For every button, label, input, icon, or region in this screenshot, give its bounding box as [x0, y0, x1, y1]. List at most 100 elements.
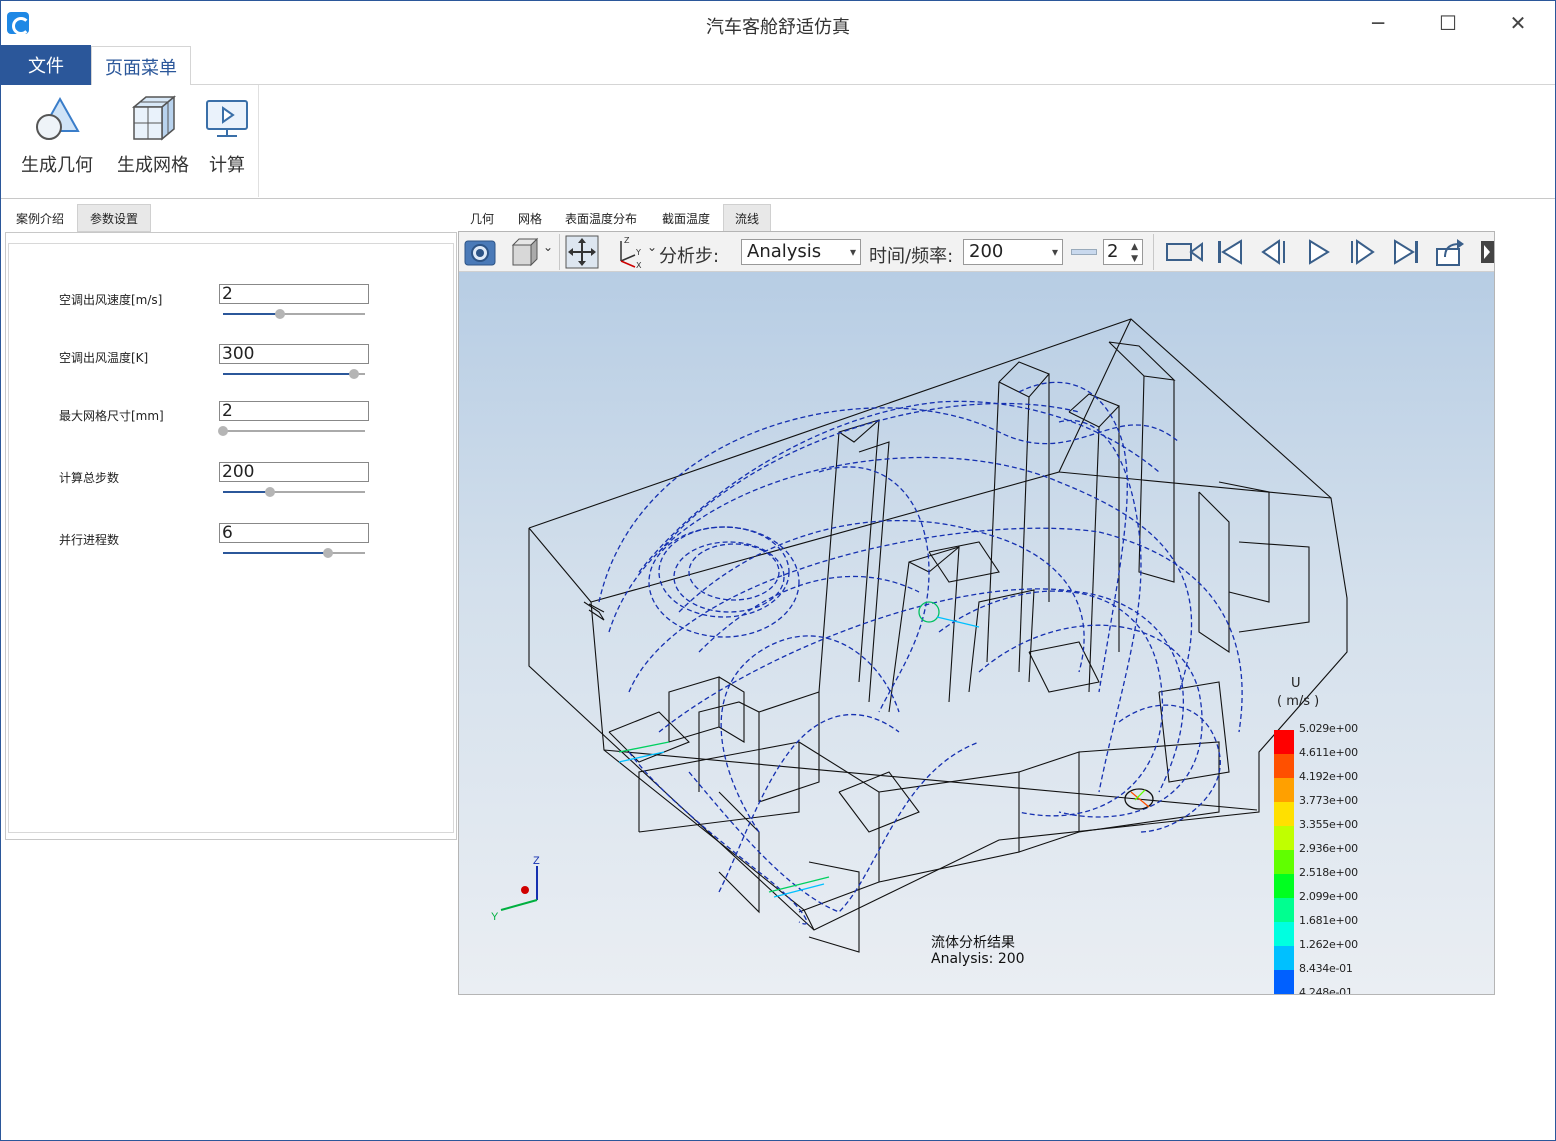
legend-tick-label: 3.355e+00	[1299, 818, 1358, 831]
analysis-step-select[interactable]: Analysis ▾	[741, 239, 861, 265]
legend-unit: ( m/s )	[1277, 694, 1320, 709]
result-title: 流体分析结果	[931, 935, 1015, 951]
chevron-down-icon[interactable]: ⌄	[647, 240, 657, 254]
viewer-toolbar: ⌄ Z Y X ⌄ 分析步: Analysis ▾ 时间/频率: 200 ▾ 2…	[459, 232, 1494, 272]
time-frequency-select[interactable]: 200 ▾	[963, 239, 1063, 265]
legend-tick-label: 4.248e-01	[1299, 986, 1353, 995]
legend-tick-label: 4.192e+00	[1299, 770, 1358, 783]
param-label-total-steps: 计算总步数	[59, 471, 120, 485]
result-step: Analysis: 200	[931, 951, 1025, 967]
generate-geometry-label: 生成几何	[21, 155, 93, 176]
tab-case-intro[interactable]: 案例介绍	[5, 204, 75, 232]
mesh-size-slider[interactable]	[218, 425, 365, 437]
processes-slider[interactable]	[223, 547, 365, 559]
generate-geometry-button[interactable]: 生成几何	[19, 93, 95, 189]
legend-tick-label: 5.029e+00	[1299, 722, 1358, 735]
menu-page[interactable]: 页面菜单	[91, 46, 191, 86]
chevron-down-icon: ▾	[849, 245, 856, 259]
frame-spin-value: 2	[1107, 241, 1119, 262]
slider-thumb[interactable]	[274, 309, 285, 319]
close-button[interactable]: ✕	[1483, 1, 1553, 45]
legend-color-band	[1274, 730, 1294, 754]
legend-tick-label: 1.262e+00	[1299, 938, 1358, 951]
legend-color-band	[1274, 754, 1294, 778]
legend-color-band	[1274, 850, 1294, 874]
legend-title: U	[1291, 676, 1301, 691]
processes-input[interactable]: 6	[219, 523, 369, 543]
play-icon[interactable]	[1301, 235, 1335, 269]
result-viewer: ⌄ Z Y X ⌄ 分析步: Analysis ▾ 时间/频率: 200 ▾ 2…	[458, 231, 1495, 995]
legend-color-band	[1274, 778, 1294, 802]
tab-streamlines[interactable]: 流线	[723, 204, 771, 232]
tab-mesh[interactable]: 网格	[507, 204, 553, 232]
svg-text:Z: Z	[624, 236, 630, 245]
time-frequency-value: 200	[969, 241, 1004, 262]
air-temp-input[interactable]: 300	[219, 344, 369, 364]
total-steps-slider[interactable]	[223, 486, 365, 498]
first-frame-icon[interactable]	[1213, 235, 1247, 269]
pan-move-icon[interactable]	[565, 235, 599, 269]
compute-label: 计算	[209, 155, 245, 176]
legend-tick-label: 1.681e+00	[1299, 914, 1358, 927]
axis-triad-icon[interactable]: Z Y X	[611, 235, 645, 269]
legend-color-band	[1274, 826, 1294, 850]
tab-section-temperature[interactable]: 截面温度	[653, 204, 719, 232]
window-title: 汽车客舱舒适仿真	[706, 17, 850, 38]
slider-thumb[interactable]	[348, 369, 359, 379]
generate-mesh-label: 生成网格	[117, 155, 189, 176]
video-record-icon[interactable]	[1165, 235, 1205, 269]
geometry-icon	[36, 96, 80, 140]
more-tools-icon[interactable]	[1477, 235, 1494, 269]
tab-surface-temperature[interactable]: 表面温度分布	[557, 204, 645, 232]
analysis-step-value: Analysis	[747, 241, 822, 262]
last-frame-icon[interactable]	[1389, 235, 1423, 269]
maximize-button[interactable]: ☐	[1413, 1, 1483, 45]
legend-color-band	[1274, 922, 1294, 946]
air-speed-input[interactable]: 2	[219, 284, 369, 304]
menu-bar: 文件 页面菜单	[1, 45, 1555, 86]
next-frame-icon[interactable]	[1345, 235, 1379, 269]
param-label-air-temp: 空调出风温度[K]	[59, 351, 149, 365]
legend-color-band	[1274, 994, 1294, 995]
axis-triad	[500, 866, 538, 911]
parameter-panel: 空调出风速度[m/s] 2 空调出风温度[K] 300 最大网格尺寸[mm] 2…	[5, 232, 457, 840]
slider-thumb[interactable]	[264, 487, 275, 497]
legend-tick-label: 4.611e+00	[1299, 746, 1358, 759]
spin-arrows-icon[interactable]: ▲ ▼	[1131, 241, 1138, 265]
air-speed-slider[interactable]	[223, 308, 365, 320]
analysis-step-label: 分析步:	[659, 246, 720, 267]
legend-tick-label: 3.773e+00	[1299, 794, 1358, 807]
axis-z-label: Z	[533, 855, 540, 867]
monitor-play-icon	[206, 100, 248, 137]
mini-slider[interactable]	[1071, 249, 1097, 255]
camera-icon[interactable]	[463, 235, 497, 269]
legend-color-band	[1274, 946, 1294, 970]
svg-text:X: X	[636, 261, 642, 269]
slider-thumb[interactable]	[218, 426, 228, 436]
chevron-down-icon[interactable]: ⌄	[543, 240, 553, 254]
mesh-size-input[interactable]: 2	[219, 401, 369, 421]
title-bar: 汽车客舱舒适仿真 ─ ☐ ✕	[1, 1, 1555, 45]
axis-y-label: Y	[491, 911, 499, 923]
tab-parameter-settings[interactable]: 参数设置	[77, 204, 151, 232]
legend-color-band	[1274, 970, 1294, 994]
minimize-button[interactable]: ─	[1343, 1, 1413, 45]
generate-mesh-button[interactable]: 生成网格	[113, 93, 193, 189]
export-share-icon[interactable]	[1433, 235, 1467, 269]
previous-frame-icon[interactable]	[1257, 235, 1291, 269]
menu-file[interactable]: 文件	[1, 45, 91, 85]
legend-tick-label: 2.936e+00	[1299, 842, 1358, 855]
legend-tick-label: 8.434e-01	[1299, 962, 1353, 975]
view-cube-icon[interactable]	[509, 235, 543, 269]
app-window: 汽车客舱舒适仿真 ─ ☐ ✕ 文件 页面菜单 生成几何 生成网格 计算 案例介绍…	[0, 0, 1556, 1141]
air-temp-slider[interactable]	[223, 368, 365, 380]
legend-color-band	[1274, 874, 1294, 898]
slider-thumb[interactable]	[323, 548, 334, 558]
param-label-mesh-size: 最大网格尺寸[mm]	[59, 409, 164, 423]
frame-spinbox[interactable]: 2 ▲ ▼	[1103, 239, 1143, 265]
tab-geometry[interactable]: 几何	[459, 204, 505, 232]
3d-render-area[interactable]: Z Y 流体分析结果 Analysis: 200 U ( m/s ) 5.029…	[459, 272, 1494, 994]
compute-button[interactable]: 计算	[203, 93, 251, 189]
total-steps-input[interactable]: 200	[219, 462, 369, 482]
legend-tick-label: 2.099e+00	[1299, 890, 1358, 903]
